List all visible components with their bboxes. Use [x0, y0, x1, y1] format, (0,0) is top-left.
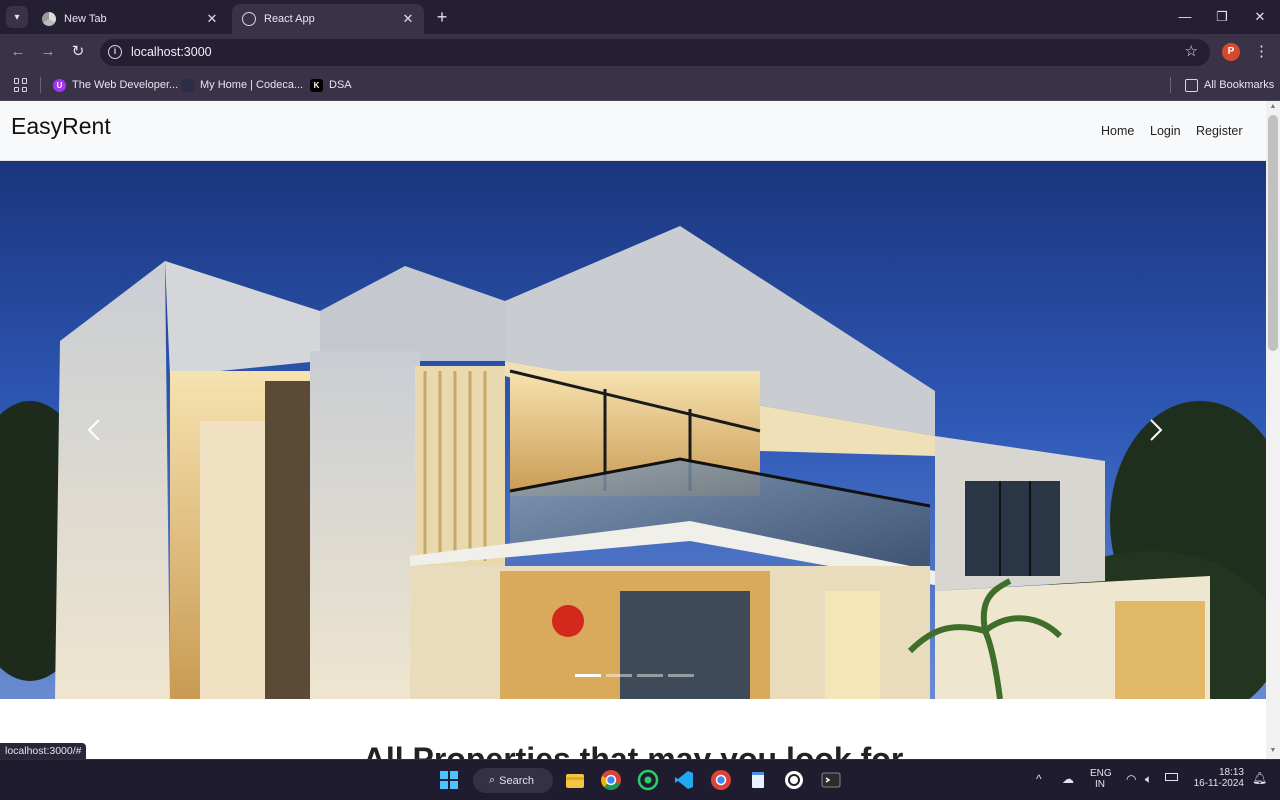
vscode-icon[interactable] [673, 769, 695, 791]
apps-grid-icon[interactable] [14, 78, 28, 92]
page-viewport: EasyRent Home Login Register All Propert… [0, 101, 1280, 759]
more-menu-icon[interactable]: ⋮ [1254, 42, 1269, 62]
carousel-indicator[interactable] [668, 674, 694, 677]
date: 16-11-2024 [1193, 778, 1244, 789]
address-bar[interactable]: i localhost:3000 ☆ [100, 39, 1210, 66]
notification-bell-icon[interactable]: 🔔︎ [1252, 771, 1267, 785]
file-explorer-icon[interactable] [564, 769, 586, 791]
tab-strip: ▾ New Tab ✕ React App ✕ + — ❐ ✕ [0, 0, 1280, 34]
carousel-prev-icon[interactable] [80, 415, 110, 445]
carousel-indicator[interactable] [637, 674, 663, 677]
close-tab-icon[interactable]: ✕ [204, 11, 220, 27]
clock[interactable]: 18:13 16-11-2024 [1190, 767, 1244, 789]
nav-login[interactable]: Login [1150, 124, 1181, 138]
onedrive-icon[interactable]: ☁ [1062, 772, 1074, 786]
bookmark-codecademy[interactable]: My Home | Codeca... [181, 77, 303, 93]
tab-new-tab[interactable]: New Tab ✕ [32, 4, 228, 34]
carousel-indicator[interactable] [606, 674, 632, 677]
udemy-icon: U [53, 78, 66, 92]
wifi-icon[interactable]: ◠ [1126, 772, 1136, 786]
folder-icon [1185, 78, 1198, 92]
all-bookmarks-button[interactable]: All Bookmarks [1185, 77, 1274, 93]
region-code: IN [1095, 779, 1105, 790]
language-indicator[interactable]: ENG IN [1090, 768, 1112, 790]
nav-home[interactable]: Home [1101, 124, 1134, 138]
bookmarks-bar: U The Web Developer... My Home | Codeca.… [0, 70, 1280, 101]
forward-icon[interactable]: → [38, 42, 58, 62]
back-icon[interactable]: ← [8, 42, 28, 62]
close-tab-icon[interactable]: ✕ [400, 11, 416, 27]
windows-start-icon[interactable] [438, 769, 460, 791]
chevron-up-icon[interactable]: ^ [1036, 772, 1042, 786]
globe-icon [242, 12, 256, 26]
minimize-icon[interactable]: — [1173, 6, 1197, 28]
bookmark-web-developer[interactable]: U The Web Developer... [53, 77, 178, 93]
page-scrollbar[interactable]: ▲ ▼ [1266, 101, 1280, 759]
carousel-next-icon[interactable] [1140, 415, 1170, 445]
new-tab-button[interactable]: + [432, 7, 452, 27]
bookmark-label: My Home | Codeca... [200, 79, 304, 91]
bookmark-label: DSA [329, 79, 352, 91]
taskbar-search[interactable]: ⌕ Search [473, 768, 553, 793]
address-text[interactable]: localhost:3000 [131, 45, 212, 59]
brand-logo[interactable]: EasyRent [11, 113, 111, 140]
terminal-icon[interactable] [820, 769, 842, 791]
carousel-indicators [575, 674, 694, 677]
browser-toolbar: ← → ↻ i localhost:3000 ☆ P ⋮ [0, 34, 1280, 70]
codecademy-icon [181, 78, 194, 92]
link-status-bubble: localhost:3000/# [0, 743, 87, 759]
scroll-up-icon[interactable]: ▲ [1268, 103, 1278, 110]
time: 18:13 [1218, 767, 1244, 778]
chrome-icon[interactable] [600, 769, 622, 791]
k-icon: K [310, 78, 323, 92]
reload-icon[interactable]: ↻ [68, 42, 88, 62]
scrollbar-thumb[interactable] [1268, 115, 1278, 351]
bookmark-label: The Web Developer... [72, 79, 179, 91]
all-bookmarks-label: All Bookmarks [1204, 79, 1275, 91]
volume-icon[interactable]: 🔈︎ [1145, 772, 1152, 787]
tab-title: New Tab [64, 13, 107, 25]
tab-search-button[interactable]: ▾ [6, 6, 28, 28]
notepad-icon[interactable] [747, 769, 769, 791]
hero-carousel [0, 161, 1266, 699]
bookmark-divider [1170, 77, 1171, 93]
search-label: Search [499, 774, 535, 787]
app-icon[interactable] [783, 769, 805, 791]
language-code: ENG [1090, 768, 1112, 779]
whatsapp-icon[interactable] [637, 769, 659, 791]
chrome-icon [42, 12, 56, 26]
site-info-icon[interactable]: i [108, 45, 122, 59]
restore-icon[interactable]: ❐ [1210, 6, 1234, 28]
profile-avatar[interactable]: P [1222, 43, 1240, 61]
nav-register[interactable]: Register [1196, 124, 1243, 138]
site-navbar: EasyRent Home Login Register [0, 101, 1266, 161]
house-photo [0, 161, 1266, 699]
chevron-down-icon: ▾ [14, 11, 20, 23]
close-window-icon[interactable]: ✕ [1248, 6, 1272, 28]
section-heading: All Properties that may you look for [362, 741, 904, 759]
carousel-indicator[interactable] [575, 674, 601, 677]
tab-react-app[interactable]: React App ✕ [232, 4, 424, 34]
bookmark-divider [40, 77, 41, 93]
tab-title: React App [264, 13, 315, 25]
windows-taskbar: ⌕ Search ^ ☁ ENG IN ◠ 🔈︎ 18:13 16-11-202… [0, 759, 1280, 800]
battery-icon[interactable] [1165, 773, 1178, 781]
bookmark-star-icon[interactable]: ☆ [1185, 42, 1198, 60]
bookmark-dsa[interactable]: K DSA [310, 77, 352, 93]
search-icon: ⌕ [489, 774, 496, 786]
chrome-profile-icon[interactable] [710, 769, 732, 791]
scroll-down-icon[interactable]: ▼ [1268, 747, 1278, 754]
